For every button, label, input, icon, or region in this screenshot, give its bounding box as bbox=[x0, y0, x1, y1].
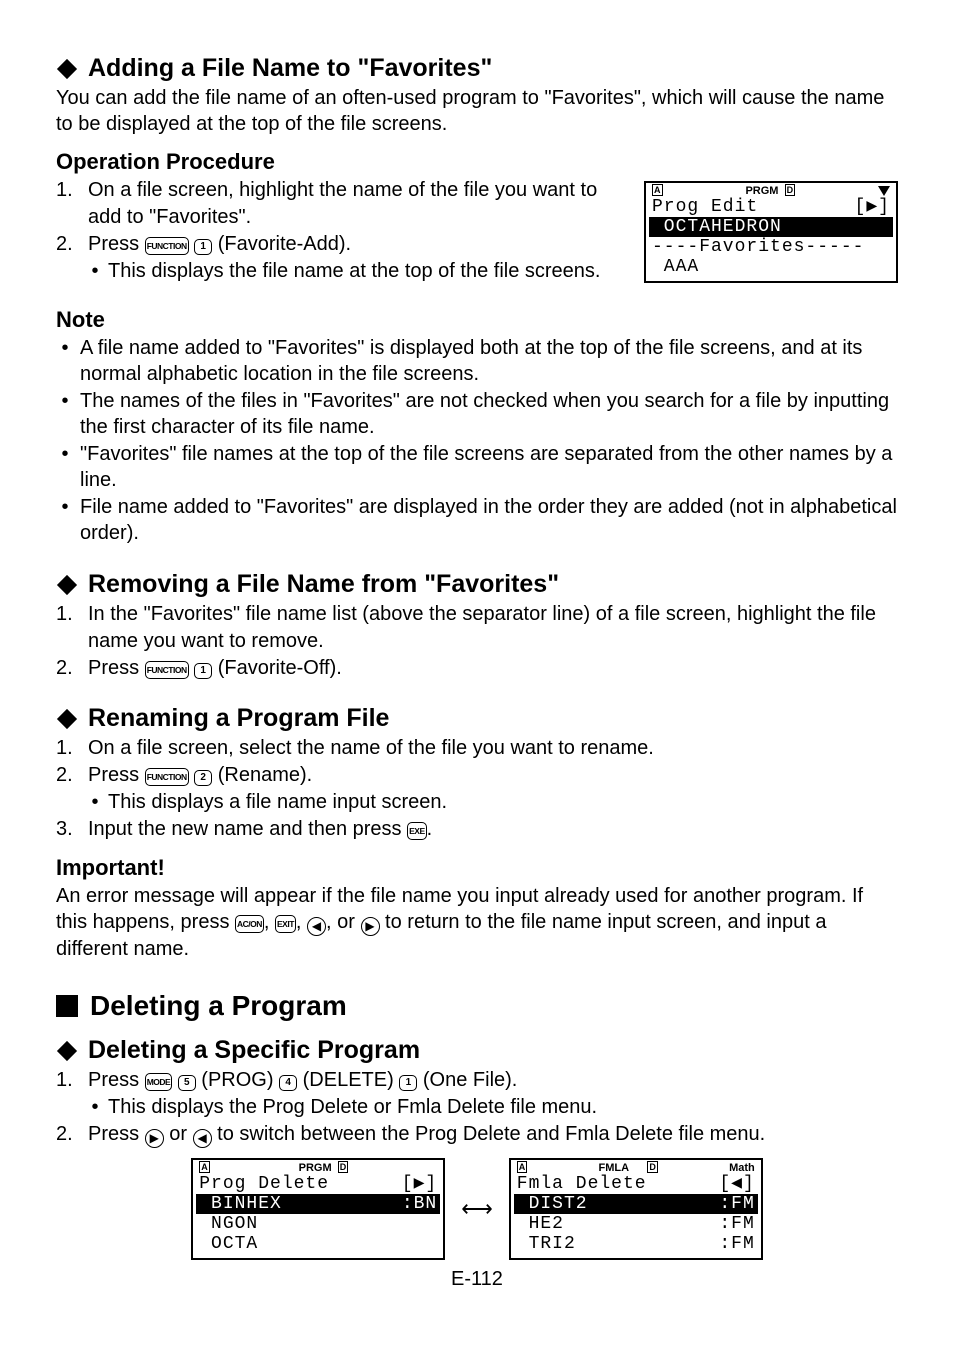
lcd-row: AAA bbox=[646, 257, 896, 281]
substep-text: This displays the Prog Delete or Fmla De… bbox=[108, 1094, 597, 1121]
status-mode: PRGM bbox=[299, 1162, 332, 1174]
step-text: Press FUNCTION 2 (Rename). •This display… bbox=[88, 762, 898, 816]
important-paragraph: An error message will appear if the file… bbox=[56, 883, 898, 962]
step-text: Press MODE 5 (PROG) 4 (DELETE) 1 (One Fi… bbox=[88, 1067, 898, 1121]
indicator-a: A bbox=[517, 1161, 528, 1173]
page-number: E-112 bbox=[56, 1268, 898, 1291]
number-key-icon: 5 bbox=[178, 1075, 196, 1091]
indicator-d: D bbox=[785, 184, 796, 196]
number-key-icon: 2 bbox=[194, 770, 212, 786]
indicator-d: D bbox=[647, 1161, 658, 1173]
number-key-icon: 1 bbox=[194, 239, 212, 255]
status-math: Math bbox=[729, 1162, 755, 1174]
diamond-outline-icon bbox=[56, 708, 78, 730]
filled-square-icon bbox=[56, 995, 78, 1017]
heading-text: Adding a File Name to "Favorites" bbox=[88, 54, 492, 83]
exe-key-icon: EXE bbox=[407, 822, 427, 840]
lcd-screenshot-fmla-delete: A FMLA D Math Fmla Delete[◀] DIST2:FM HE… bbox=[509, 1158, 763, 1260]
heading-text: Removing a File Name from "Favorites" bbox=[88, 570, 559, 599]
lcd-row-selected: BINHEX:BN bbox=[196, 1194, 440, 1214]
lcd-row: ----Favorites----- bbox=[646, 237, 896, 257]
section-heading-rename: Renaming a Program File bbox=[56, 704, 898, 733]
note-text: File name added to "Favorites" are displ… bbox=[80, 494, 898, 546]
number-key-icon: 1 bbox=[399, 1075, 417, 1091]
subheading-note: Note bbox=[56, 307, 898, 333]
left-arrow-key-icon: ◀ bbox=[307, 917, 326, 936]
step-text: Input the new name and then press EXE. bbox=[88, 816, 898, 843]
diamond-outline-icon bbox=[56, 1040, 78, 1062]
lcd-row: OCTA bbox=[193, 1234, 443, 1258]
section-heading-add-favorite: Adding a File Name to "Favorites" bbox=[56, 54, 898, 83]
lcd-screenshot-favorites: A PRGM D Prog Edit[▶] OCTAHEDRON ----Fav… bbox=[644, 181, 898, 283]
diamond-outline-icon bbox=[56, 58, 78, 80]
subheading-operation: Operation Procedure bbox=[56, 149, 898, 175]
section-heading-delete-specific: Deleting a Specific Program bbox=[56, 1036, 898, 1065]
lcd-row: Prog Edit[▶] bbox=[646, 197, 896, 217]
intro-paragraph: You can add the file name of an often-us… bbox=[56, 85, 898, 137]
double-arrow-icon: ⟷ bbox=[461, 1196, 493, 1222]
note-text: The names of the files in "Favorites" ar… bbox=[80, 388, 898, 440]
substep-text: This displays a file name input screen. bbox=[108, 789, 447, 816]
lcd-row-selected: OCTAHEDRON bbox=[649, 217, 893, 237]
indicator-a: A bbox=[199, 1161, 210, 1173]
heading-text: Deleting a Specific Program bbox=[88, 1036, 420, 1065]
step-text: In the "Favorites" file name list (above… bbox=[88, 601, 898, 655]
left-arrow-key-icon: ◀ bbox=[193, 1129, 212, 1148]
lcd-row: TRI2:FM bbox=[511, 1234, 761, 1258]
diamond-outline-icon bbox=[56, 574, 78, 596]
lcd-row: Prog Delete[▶] bbox=[193, 1174, 443, 1194]
step-text: Press FUNCTION 1 (Favorite-Add). •This d… bbox=[88, 231, 624, 285]
lcd-row: HE2:FM bbox=[511, 1214, 761, 1234]
indicator-d: D bbox=[338, 1161, 349, 1173]
status-mode: PRGM bbox=[745, 185, 778, 197]
section-heading-deleting-program: Deleting a Program bbox=[56, 990, 898, 1022]
exit-key-icon: EXIT bbox=[275, 915, 296, 933]
substep-text: This displays the file name at the top o… bbox=[108, 258, 600, 285]
section-heading-remove-favorite: Removing a File Name from "Favorites" bbox=[56, 570, 898, 599]
mode-key-icon: MODE bbox=[145, 1073, 173, 1091]
number-key-icon: 1 bbox=[194, 663, 212, 679]
steps-rename: 1.On a file screen, select the name of t… bbox=[56, 735, 898, 843]
function-key-icon: FUNCTION bbox=[145, 237, 189, 255]
note-text: A file name added to "Favorites" is disp… bbox=[80, 335, 898, 387]
right-arrow-key-icon: ▶ bbox=[145, 1129, 164, 1148]
steps-delete-specific: 1. Press MODE 5 (PROG) 4 (DELETE) 1 (One… bbox=[56, 1067, 898, 1148]
step-text: On a file screen, highlight the name of … bbox=[88, 177, 624, 231]
scroll-down-icon bbox=[878, 186, 890, 196]
function-key-icon: FUNCTION bbox=[145, 768, 189, 786]
heading-text: Renaming a Program File bbox=[88, 704, 389, 733]
number-key-icon: 4 bbox=[279, 1075, 297, 1091]
lcd-row-selected: DIST2:FM bbox=[514, 1194, 758, 1214]
status-mode: FMLA bbox=[598, 1162, 629, 1174]
heading-text: Deleting a Program bbox=[90, 990, 347, 1022]
lcd-row: Fmla Delete[◀] bbox=[511, 1174, 761, 1194]
steps-remove-favorite: 1.In the "Favorites" file name list (abo… bbox=[56, 601, 898, 682]
function-key-icon: FUNCTION bbox=[145, 661, 189, 679]
note-text: "Favorites" file names at the top of the… bbox=[80, 441, 898, 493]
note-list: •A file name added to "Favorites" is dis… bbox=[56, 335, 898, 546]
lcd-row: NGON bbox=[193, 1214, 443, 1234]
subheading-important: Important! bbox=[56, 855, 898, 881]
step-text: On a file screen, select the name of the… bbox=[88, 735, 898, 762]
indicator-a: A bbox=[652, 184, 663, 196]
ac-key-icon: AC/ON bbox=[235, 915, 264, 933]
step-text: Press ▶ or ◀ to switch between the Prog … bbox=[88, 1121, 898, 1148]
lcd-pair-delete-menus: A PRGM D Prog Delete[▶] BINHEX:BN NGON O… bbox=[56, 1158, 898, 1260]
lcd-screenshot-prog-delete: A PRGM D Prog Delete[▶] BINHEX:BN NGON O… bbox=[191, 1158, 445, 1260]
step-text: Press FUNCTION 1 (Favorite-Off). bbox=[88, 655, 898, 682]
right-arrow-key-icon: ▶ bbox=[361, 917, 380, 936]
